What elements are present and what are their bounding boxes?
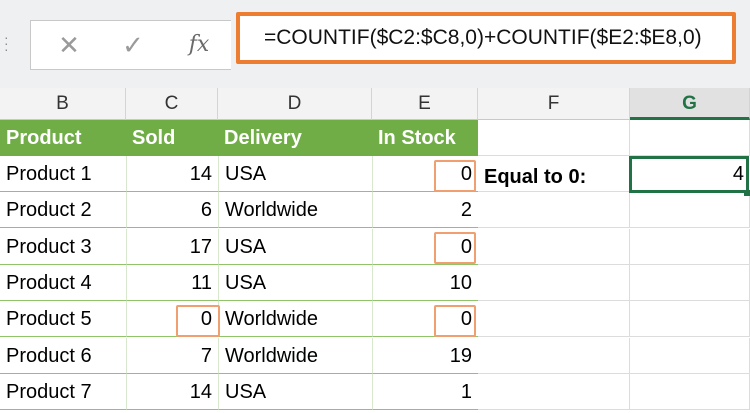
formula-bar: · · · ✕ ✓ fx =COUNTIF($C2:$C8,0)+COUNTIF($…: [0, 0, 750, 88]
empty-cell[interactable]: [630, 301, 750, 337]
empty-cell[interactable]: [630, 192, 750, 228]
sold-cell[interactable]: 7: [126, 338, 218, 374]
grip-icon: · · ·: [4, 29, 9, 57]
product-cell[interactable]: Product 6: [0, 338, 126, 374]
empty-cell[interactable]: [630, 229, 750, 265]
delivery-cell[interactable]: Worldwide: [218, 192, 372, 228]
delivery-cell[interactable]: USA: [218, 229, 372, 265]
zero-highlight: [176, 305, 220, 337]
cancel-icon[interactable]: ✕: [49, 29, 89, 61]
sold-cell[interactable]: 17: [126, 229, 218, 265]
active-cell-selection: [629, 156, 749, 193]
table-header-sold[interactable]: Sold: [126, 120, 218, 156]
sold-cell[interactable]: 14: [126, 374, 218, 410]
table-header-product[interactable]: Product: [0, 120, 126, 156]
zero-highlight: [434, 305, 476, 337]
empty-cell[interactable]: [630, 338, 750, 374]
fill-handle[interactable]: [744, 190, 750, 196]
product-cell[interactable]: Product 4: [0, 265, 126, 301]
product-cell[interactable]: Product 2: [0, 192, 126, 228]
sold-cell[interactable]: 14: [126, 156, 218, 192]
product-cell[interactable]: Product 5: [0, 301, 126, 337]
column-header-g[interactable]: G: [630, 88, 750, 120]
column-header-b[interactable]: B: [0, 88, 126, 120]
empty-cell[interactable]: [478, 374, 630, 410]
delivery-cell[interactable]: USA: [218, 156, 372, 192]
sold-cell[interactable]: 6: [126, 192, 218, 228]
column-header-d[interactable]: D: [218, 88, 372, 120]
delivery-cell[interactable]: Worldwide: [218, 301, 372, 337]
empty-cell[interactable]: [478, 229, 630, 265]
zero-highlight: [434, 232, 476, 264]
stock-cell[interactable]: 2: [372, 192, 478, 228]
insert-function-icon[interactable]: fx: [179, 29, 219, 61]
enter-icon[interactable]: ✓: [113, 29, 153, 61]
column-header-e[interactable]: E: [372, 88, 478, 120]
stock-cell[interactable]: 1: [372, 374, 478, 410]
empty-cell[interactable]: [630, 374, 750, 410]
empty-cell[interactable]: [478, 192, 630, 228]
delivery-cell[interactable]: Worldwide: [218, 338, 372, 374]
empty-cell[interactable]: [630, 120, 750, 156]
zero-highlight: [434, 160, 476, 192]
result-label[interactable]: Equal to 0:: [484, 166, 586, 189]
table-header-in-stock[interactable]: In Stock: [372, 120, 478, 156]
empty-cell[interactable]: [478, 301, 630, 337]
formula-buttons: ✕ ✓ fx: [30, 20, 231, 70]
stock-cell[interactable]: 10: [372, 265, 478, 301]
product-cell[interactable]: Product 7: [0, 374, 126, 410]
delivery-cell[interactable]: USA: [218, 374, 372, 410]
product-cell[interactable]: Product 1: [0, 156, 126, 192]
empty-cell[interactable]: [478, 120, 630, 156]
empty-cell[interactable]: [478, 338, 630, 374]
delivery-cell[interactable]: USA: [218, 265, 372, 301]
empty-cell[interactable]: [630, 265, 750, 301]
column-header-c[interactable]: C: [126, 88, 218, 120]
table-header-delivery[interactable]: Delivery: [218, 120, 372, 156]
sold-cell[interactable]: 11: [126, 265, 218, 301]
column-header-f[interactable]: F: [478, 88, 630, 120]
formula-input[interactable]: =COUNTIF($C2:$C8,0)+COUNTIF($E2:$E8,0): [236, 12, 736, 64]
product-cell[interactable]: Product 3: [0, 229, 126, 265]
stock-cell[interactable]: 19: [372, 338, 478, 374]
empty-cell[interactable]: [478, 265, 630, 301]
